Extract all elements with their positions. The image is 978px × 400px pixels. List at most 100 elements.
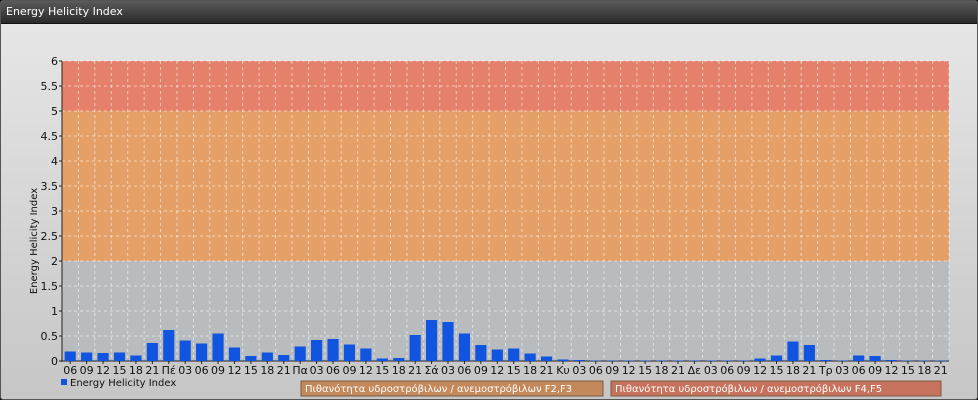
x-tick-label: 09 <box>737 364 751 377</box>
bar-15 <box>311 340 323 361</box>
y-axis-title: Energy Helicity Index <box>29 188 40 294</box>
x-tick-label: 03 <box>178 364 192 377</box>
x-tick-label: 18 <box>523 364 537 377</box>
x-tick-label: 06 <box>720 364 734 377</box>
x-tick-label: 06 <box>589 364 603 377</box>
bar-10 <box>228 347 241 361</box>
bar-1 <box>81 352 93 361</box>
x-tick-label: 18 <box>392 364 406 377</box>
band-legend-label-1: Πιθανότητα υδροστρόβιλων / ανεμοστρόβιλω… <box>615 383 882 395</box>
y-tick-label: 1 <box>51 305 58 318</box>
x-tick-label: 09 <box>474 364 488 377</box>
y-tick-label: 3 <box>51 205 58 218</box>
bar-14 <box>294 346 306 361</box>
y-tick-label: 3.5 <box>41 180 59 193</box>
bar-51 <box>902 360 914 361</box>
bar-29 <box>540 356 553 361</box>
y-tick-label: 0 <box>51 355 58 368</box>
bar-5 <box>146 343 158 361</box>
bar-50 <box>885 360 898 361</box>
bar-8 <box>196 343 208 361</box>
bar-20 <box>393 358 405 361</box>
x-tick-label: 21 <box>408 364 422 377</box>
x-tick-label: 12 <box>622 364 636 377</box>
x-tick-label: 03 <box>704 364 718 377</box>
y-tick-label: 5.5 <box>41 80 59 93</box>
y-tick-label: 4 <box>51 155 58 168</box>
y-tick-label: 4.5 <box>41 130 59 143</box>
bar-37 <box>672 360 684 361</box>
bar-0 <box>64 351 76 361</box>
x-tick-label: 09 <box>80 364 94 377</box>
bar-18 <box>360 348 372 361</box>
x-tick-label: 18 <box>655 364 669 377</box>
bar-30 <box>557 359 569 361</box>
bar-48 <box>853 355 865 361</box>
bar-31 <box>573 360 586 361</box>
x-tick-label: 09 <box>342 364 356 377</box>
band-legend-label-0: Πιθανότητα υδροστρόβιλων / ανεμοστρόβιλω… <box>305 383 572 395</box>
bar-33 <box>606 360 618 361</box>
x-tick-label: 18 <box>129 364 143 377</box>
x-tick-label: 18 <box>917 364 931 377</box>
x-tick-label: Κυ <box>556 364 570 377</box>
x-tick-label: 12 <box>227 364 241 377</box>
bar-11 <box>245 356 257 361</box>
x-tick-label: 21 <box>540 364 554 377</box>
bar-12 <box>261 352 273 361</box>
x-tick-label: 15 <box>901 364 915 377</box>
x-tick-label: 12 <box>885 364 899 377</box>
bar-34 <box>623 360 635 361</box>
x-tick-label: Σά <box>424 364 438 377</box>
x-tick-label: 15 <box>770 364 784 377</box>
bar-40 <box>721 360 733 361</box>
bar-3 <box>113 352 126 361</box>
x-tick-label: 15 <box>244 364 258 377</box>
x-tick-label: 06 <box>326 364 340 377</box>
x-tick-label: 09 <box>605 364 619 377</box>
bar-45 <box>803 345 815 361</box>
bar-23 <box>442 322 454 361</box>
bar-26 <box>491 349 503 361</box>
x-tick-label: 03 <box>441 364 455 377</box>
x-tick-label: 18 <box>260 364 274 377</box>
y-tick-label: 1.5 <box>41 280 59 293</box>
bar-13 <box>278 355 290 361</box>
x-tick-label: 21 <box>934 364 948 377</box>
x-tick-label: 21 <box>277 364 291 377</box>
x-tick-label: 06 <box>195 364 209 377</box>
bar-43 <box>770 355 783 361</box>
x-tick-label: 15 <box>112 364 126 377</box>
bar-7 <box>179 340 191 361</box>
bar-46 <box>820 360 832 361</box>
x-tick-label: 09 <box>211 364 225 377</box>
y-tick-label: 2 <box>51 255 58 268</box>
bar-52 <box>918 360 930 361</box>
bar-47 <box>836 360 848 361</box>
bar-16 <box>327 339 339 361</box>
x-tick-label: 06 <box>852 364 866 377</box>
x-tick-label: 21 <box>802 364 816 377</box>
y-tick-label: 2.5 <box>41 230 59 243</box>
bar-38 <box>688 360 700 361</box>
x-tick-label: 15 <box>507 364 521 377</box>
bar-28 <box>524 353 536 361</box>
bar-35 <box>639 360 651 361</box>
x-tick-label: Δε <box>688 364 702 377</box>
x-tick-label: Πα <box>292 364 308 377</box>
x-tick-label: 15 <box>638 364 652 377</box>
y-tick-label: 0.5 <box>41 330 59 343</box>
x-tick-label: 21 <box>671 364 685 377</box>
bar-17 <box>343 344 356 361</box>
bar-9 <box>212 333 224 361</box>
x-tick-label: 18 <box>786 364 800 377</box>
x-tick-label: 12 <box>490 364 504 377</box>
bar-41 <box>738 360 750 361</box>
x-tick-label: Τρ <box>818 364 833 377</box>
y-tick-label: 5 <box>51 105 58 118</box>
bar-2 <box>97 353 109 361</box>
bar-42 <box>754 358 766 361</box>
x-tick-label: 06 <box>63 364 77 377</box>
y-tick-label: 6 <box>51 55 58 68</box>
x-tick-label: 03 <box>572 364 586 377</box>
